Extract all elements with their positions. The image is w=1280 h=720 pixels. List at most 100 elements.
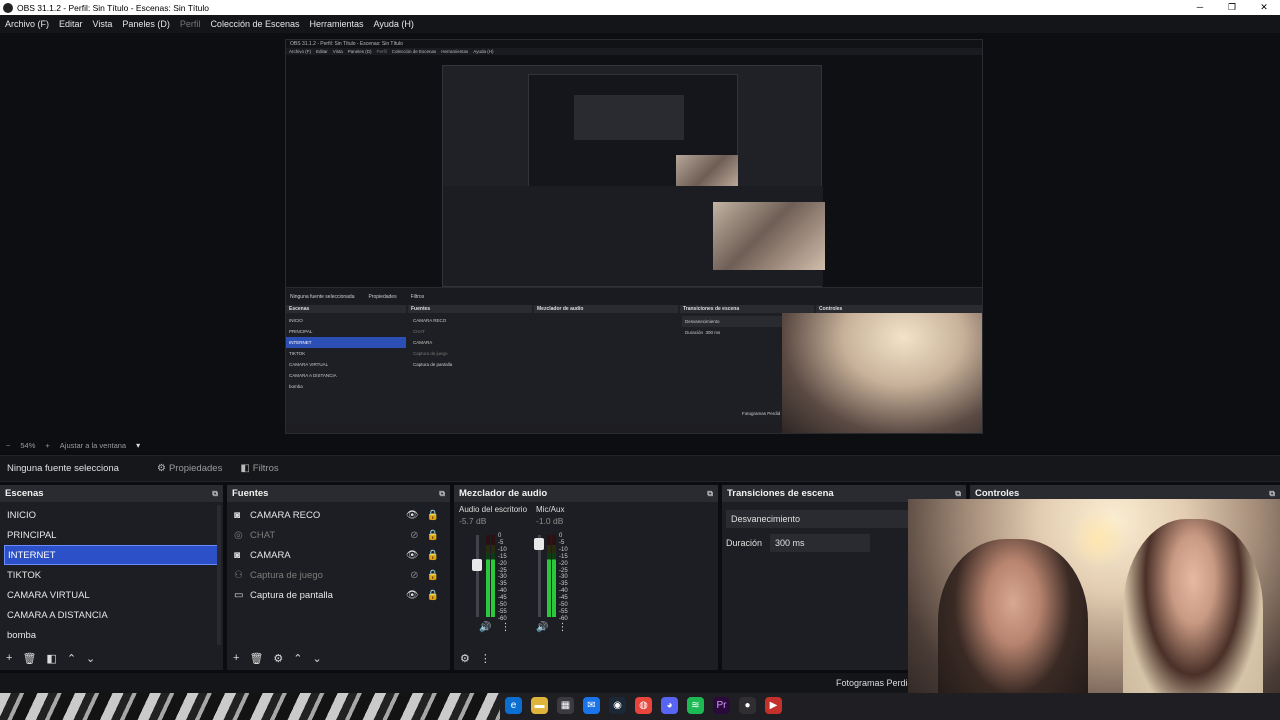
camera-icon: ◙ (234, 549, 241, 561)
scene-item-internet[interactable]: INTERNET (4, 545, 218, 565)
level-meter (552, 535, 556, 617)
speaker-icon[interactable]: 🔊 (479, 622, 491, 633)
eye-icon[interactable]: 👁 (406, 550, 419, 561)
kebab-menu-icon[interactable]: ⋮ (557, 622, 567, 633)
restore-icon[interactable]: ❐ (1216, 2, 1248, 13)
nested-menu-item: Perfil (376, 49, 387, 54)
store-icon[interactable]: ▦ (557, 697, 574, 714)
duration-input[interactable]: 300 ms (770, 534, 871, 552)
source-item-camara-reco[interactable]: ◙ CAMARA RECO 👁 🔒 (231, 505, 445, 525)
lock-icon[interactable]: 🔒 (427, 530, 439, 541)
menu-vista[interactable]: Vista (93, 19, 113, 29)
filters-label: Filtros (252, 463, 279, 474)
scene-item-principal[interactable]: PRINCIPAL (4, 525, 218, 545)
webcam-lamp (1068, 509, 1128, 569)
nested-frames: Fotogramas Perdid (742, 411, 781, 416)
nested-scene-item: INTERNET (286, 337, 406, 348)
folder-icon[interactable]: ▬ (531, 697, 548, 714)
obs-icon[interactable]: ● (739, 697, 756, 714)
nested-duration: Duración 300 ms (685, 330, 721, 335)
mixer-channel-mic: Mic/Aux -1.0 dB 0 -5 -10 -15 -20 -25 -30 -35 -40… (534, 505, 596, 645)
source-item-captura-de-juego[interactable]: ⚇ Captura de juego ⊘ 🔒 (231, 565, 445, 585)
monitor-icon: ▭ (234, 589, 244, 601)
discord-icon[interactable]: ◕ (661, 697, 678, 714)
volume-knob[interactable] (534, 538, 544, 550)
eye-hidden-icon[interactable]: ⊘ (410, 530, 418, 541)
mail-icon[interactable]: ✉ (583, 697, 600, 714)
steam-icon[interactable]: ◉ (609, 697, 626, 714)
move-up-icon[interactable]: ⌃ (67, 652, 76, 665)
zoom-out-icon[interactable]: − (6, 441, 10, 450)
scene-item-camara-virtual[interactable]: CAMARA VIRTUAL (4, 585, 218, 605)
nested-inner-preview-2 (528, 74, 738, 193)
youtube-icon[interactable]: ▶ (765, 697, 782, 714)
eye-icon[interactable]: 👁 (406, 510, 419, 521)
undock-icon[interactable]: ⧉ (707, 489, 713, 499)
source-item-camara[interactable]: ◙ CAMARA 👁 🔒 (231, 545, 445, 565)
eye-icon[interactable]: 👁 (406, 590, 419, 601)
add-scene-icon[interactable]: + (6, 652, 12, 664)
source-context-bar: Ninguna fuente selecciona ⚙ Propiedades … (0, 455, 1280, 482)
menu-herramientas[interactable]: Herramientas (310, 19, 364, 29)
add-source-icon[interactable]: + (233, 652, 239, 664)
scene-item-bomba[interactable]: bomba (4, 625, 218, 645)
chrome-icon[interactable]: ◍ (635, 697, 652, 714)
lock-icon[interactable]: 🔒 (427, 550, 439, 561)
zoom-in-icon[interactable]: + (45, 441, 49, 450)
eye-hidden-icon[interactable]: ⊘ (410, 570, 418, 581)
webcam-person-right (1123, 519, 1263, 720)
nested-webcam-medium (713, 202, 825, 270)
move-up-icon[interactable]: ⌃ (293, 652, 302, 665)
nested-scene-item: PRINCIPAL (289, 329, 313, 334)
fit-window-label[interactable]: Ajustar a la ventana (60, 441, 126, 450)
menu-ayuda[interactable]: Ayuda (H) (374, 19, 414, 29)
undock-icon[interactable]: ⧉ (439, 489, 445, 499)
preview-capture-nested-obs: OBS 31.1.2 - Perfil: Sin Título - Escena… (285, 39, 983, 434)
trash-icon[interactable]: 🗑 (22, 652, 36, 665)
kebab-menu-icon[interactable]: ⋮ (480, 652, 491, 665)
nested-scene-item: INICIO (289, 318, 303, 323)
scenes-dock: Escenas ⧉ INICIO PRINCIPAL INTERNET TIKT… (0, 485, 223, 670)
mixer-channel-desktop: Audio del escritorio -5.7 dB 0 -5 -10 -15 -2… (459, 505, 529, 645)
lock-icon[interactable]: 🔒 (427, 590, 439, 601)
menu-bar: Archivo (F) Editar Vista Paneles (D) Per… (0, 15, 1280, 33)
premiere-icon[interactable]: Pr (713, 697, 730, 714)
menu-coleccion-escenas[interactable]: Colección de Escenas (210, 19, 299, 29)
source-item-chat[interactable]: ◎ CHAT ⊘ 🔒 (231, 525, 445, 545)
menu-paneles[interactable]: Paneles (D) (122, 19, 170, 29)
scene-item-camara-a-distancia[interactable]: CAMARA A DISTANCIA (4, 605, 218, 625)
gear-icon[interactable]: ⚙ (273, 652, 283, 665)
undock-icon[interactable]: ⧉ (955, 489, 961, 499)
trash-icon[interactable]: 🗑 (249, 652, 263, 665)
lock-icon[interactable]: 🔒 (427, 510, 439, 521)
channel-db: -5.7 dB (459, 516, 487, 526)
edge-icon[interactable]: e (505, 697, 522, 714)
program-preview[interactable]: OBS 31.1.2 - Perfil: Sin Título - Escena… (0, 33, 1280, 438)
properties-button[interactable]: ⚙ Propiedades (151, 463, 228, 474)
scene-item-inicio[interactable]: INICIO (4, 505, 218, 525)
advanced-audio-icon[interactable]: ⚙ (460, 652, 470, 665)
sources-list: ◙ CAMARA RECO 👁 🔒 ◎ CHAT ⊘ 🔒 ◙ CAMARA 👁 🔒 ⚇… (227, 502, 450, 605)
volume-slider[interactable] (476, 535, 479, 617)
scene-filters-icon[interactable]: ◧ (46, 652, 56, 665)
menu-archivo[interactable]: Archivo (F) (5, 19, 49, 29)
sources-toolbar: + 🗑 ⚙ ⌃ ⌄ (227, 646, 450, 670)
undock-icon[interactable]: ⧉ (1269, 489, 1275, 499)
lock-icon[interactable]: 🔒 (427, 570, 439, 581)
volume-knob[interactable] (472, 559, 482, 571)
move-down-icon[interactable]: ⌄ (313, 652, 322, 665)
speaker-icon[interactable]: 🔊 (536, 622, 548, 633)
scene-item-tiktok[interactable]: TIKTOK (4, 565, 218, 585)
scenes-scrollbar[interactable] (217, 505, 221, 645)
spotify-icon[interactable]: ≋ (687, 697, 704, 714)
menu-editar[interactable]: Editar (59, 19, 83, 29)
close-icon[interactable]: ✕ (1248, 2, 1280, 13)
undock-icon[interactable]: ⧉ (212, 489, 218, 499)
window-title: OBS 31.1.2 - Perfil: Sin Título - Escena… (17, 2, 209, 13)
source-item-captura-de-pantalla[interactable]: ▭ Captura de pantalla 👁 🔒 (231, 585, 445, 605)
move-down-icon[interactable]: ⌄ (86, 652, 95, 665)
minimize-icon[interactable]: ─ (1184, 2, 1216, 13)
kebab-menu-icon[interactable]: ⋮ (500, 622, 510, 633)
filters-button[interactable]: ◧ Filtros (234, 463, 284, 474)
chevron-down-icon[interactable]: ▾ (136, 441, 140, 450)
